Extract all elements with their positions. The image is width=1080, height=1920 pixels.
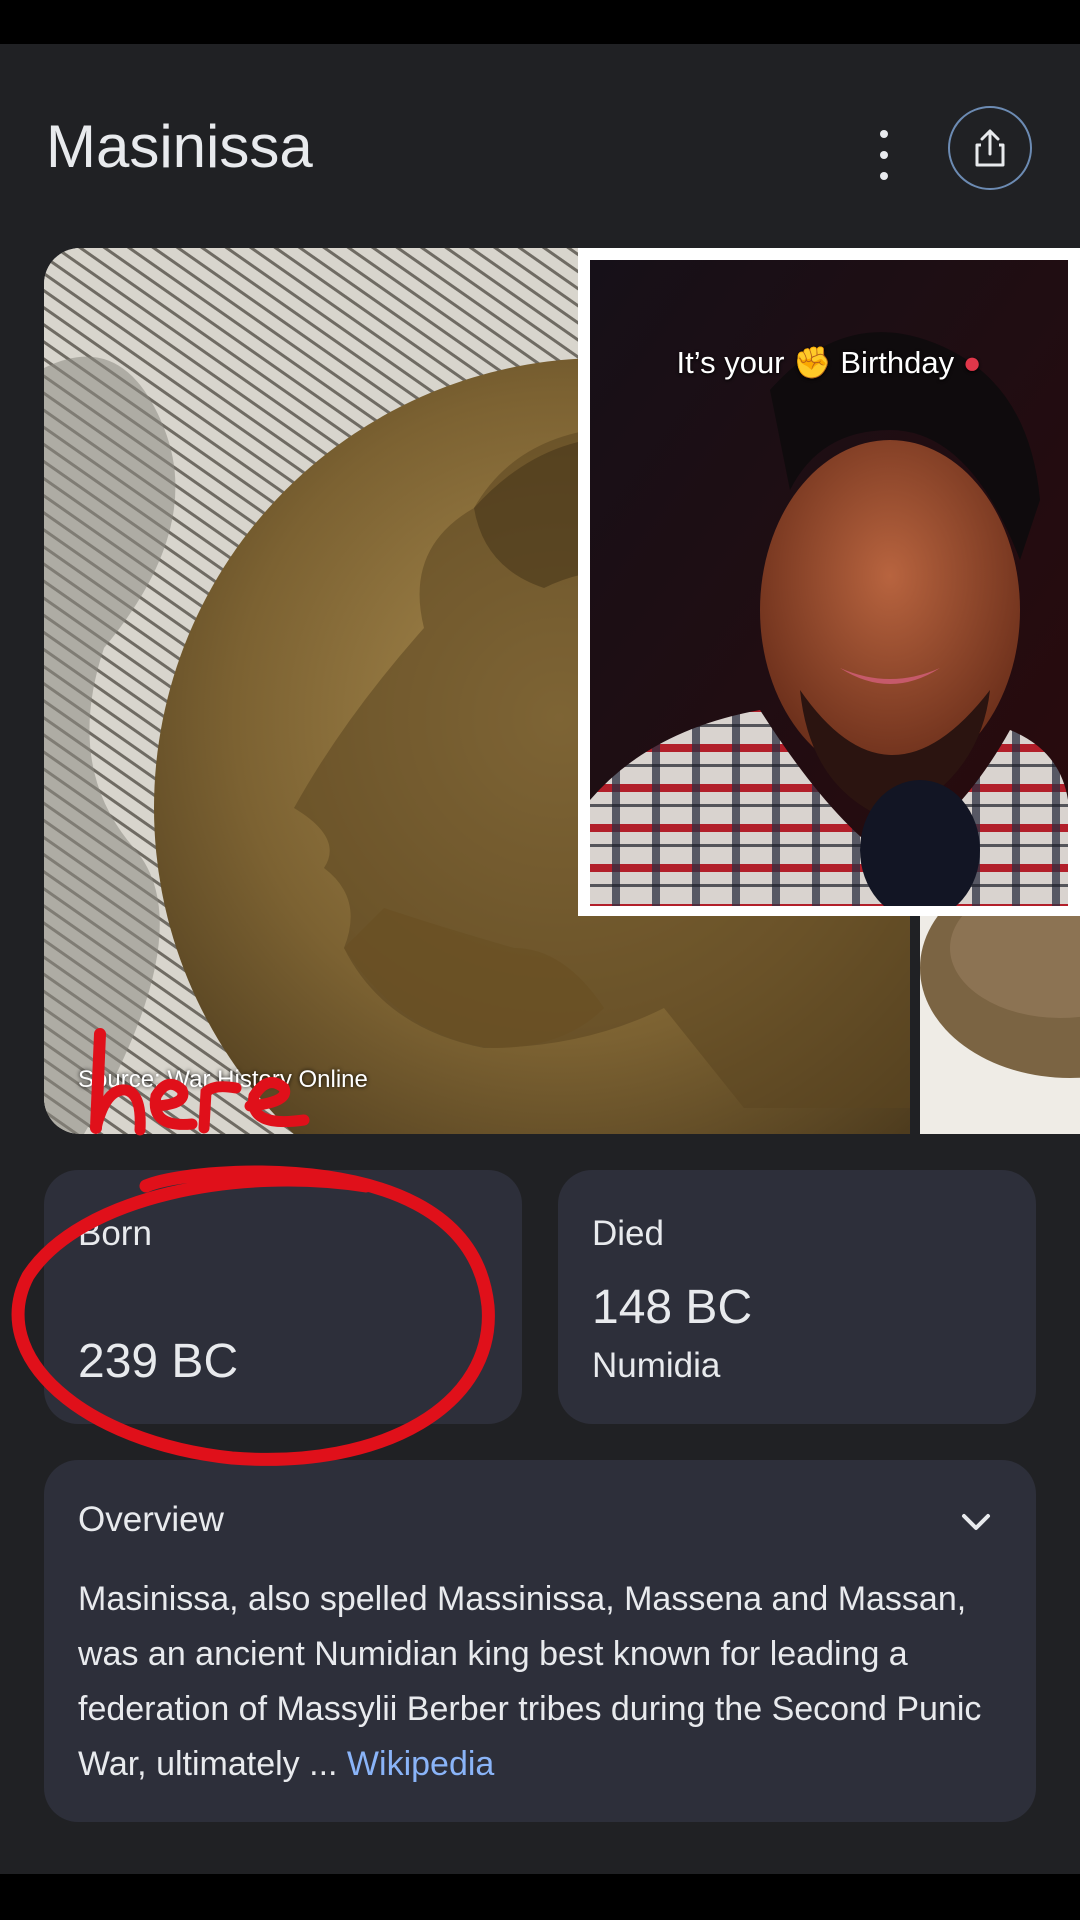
system-nav-bar (0, 1874, 1080, 1920)
overview-text: Masinissa, also spelled Massinissa, Mass… (78, 1572, 1018, 1792)
born-label: Born (78, 1214, 152, 1253)
birthday-caption: It’s your ✊ Birthday ● (590, 344, 1068, 381)
more-vert-icon[interactable] (866, 130, 902, 180)
born-card[interactable]: Born 239 BC (44, 1170, 522, 1424)
image-source: Source: War History Online (78, 1066, 368, 1093)
overview-title: Overview (78, 1500, 224, 1539)
overview-card[interactable]: Overview Masinissa, also spelled Massini… (44, 1460, 1036, 1822)
balloon-emoji-icon: ● (962, 345, 982, 380)
caption-end: Birthday (840, 345, 955, 380)
died-place: Numidia (592, 1346, 721, 1385)
video-frame: It’s your ✊ Birthday ● (590, 260, 1068, 906)
died-year: 148 BC (592, 1281, 753, 1334)
caption-start: It’s your (676, 345, 785, 380)
share-icon (975, 129, 1005, 167)
chevron-down-icon[interactable] (958, 1504, 994, 1540)
overview-body: Masinissa, also spelled Massinissa, Mass… (78, 1580, 982, 1783)
wikipedia-link[interactable]: Wikipedia (347, 1745, 494, 1783)
page-title: Masinissa (46, 113, 313, 180)
died-label: Died (592, 1214, 664, 1253)
birthday-video-overlay[interactable]: It’s your ✊ Birthday ● (578, 248, 1080, 916)
fist-emoji-icon: ✊ (793, 345, 832, 380)
share-button[interactable] (948, 106, 1032, 190)
born-year: 239 BC (78, 1335, 239, 1388)
died-card[interactable]: Died 148 BC Numidia (558, 1170, 1036, 1424)
